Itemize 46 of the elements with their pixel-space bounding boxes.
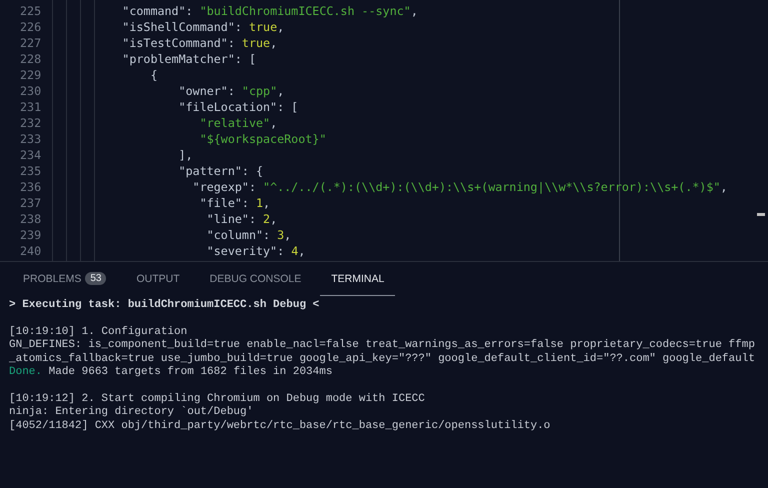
line-number: 239 <box>19 228 42 242</box>
line-number: 236 <box>19 180 42 194</box>
panel-tab[interactable]: DEBUG CONSOLE <box>198 262 312 296</box>
line-number: 228 <box>19 52 42 66</box>
terminal-line: ninja: Entering directory `out/Debug' <box>9 406 254 420</box>
line-number: 229 <box>19 68 42 82</box>
line-number: 231 <box>19 100 42 114</box>
line-number: 225 <box>19 4 42 18</box>
code-line: "pattern": { <box>178 164 264 178</box>
code-line: "isShellCommand": true, <box>121 20 284 34</box>
panel-tab[interactable]: PROBLEMS 53 <box>12 262 118 296</box>
code-line: "isTestCommand": true, <box>121 36 278 50</box>
line-number: 227 <box>19 36 42 50</box>
terminal-line: [10:19:10] 1. Configuration <box>9 326 188 339</box>
code-line: "command": "buildChromiumICECC.sh --sync", <box>121 4 418 18</box>
panel-tab[interactable]: TERMINAL <box>320 262 396 296</box>
code-line: "line": 2, <box>206 212 278 226</box>
terminal-line: [10:19:12] 2. Start compiling Chromium on Debug mode with ICECC <box>9 392 426 406</box>
line-number: 230 <box>19 84 42 98</box>
line-number: 238 <box>19 212 42 226</box>
panel-tab[interactable]: OUTPUT <box>125 262 191 296</box>
line-number: 240 <box>19 244 42 258</box>
code-line: "relative", <box>198 116 278 130</box>
terminal-line: GN_DEFINES: is_component_build=true enable_nacl=false treat_warnings_as_errors=false proprietary_codecs=true ffmp <box>9 339 756 352</box>
code-line: "owner": "cpp", <box>178 84 284 98</box>
terminal-line: _atomics_fallback=true use_jumbo_build=true google_api_key="???" google_default_client_id="??.com" google_default <box>9 352 756 366</box>
code-line: "column": 3, <box>206 228 292 242</box>
line-number: 235 <box>19 164 42 178</box>
count-badge: 53 <box>85 272 106 285</box>
code-line: "${workspaceRoot}" <box>198 132 326 146</box>
code-line: "problemMatcher": [ <box>121 52 256 66</box>
code-line: "regexp": "^../../(.*):(\\d+):(\\d+):\\s+(warning|\\w*\\s?error):\\s+(.*)$", <box>192 180 728 194</box>
line-number: 234 <box>19 148 42 162</box>
terminal-line: Done. Made 9663 targets from 1682 files in 2034ms <box>9 366 334 380</box>
terminal-line: > Executing task: buildChromiumICECC.sh Debug < <box>9 299 320 312</box>
scrollbar-marker <box>757 213 765 216</box>
line-number: 237 <box>19 196 42 210</box>
code-line: ], <box>178 148 193 162</box>
code-line: { <box>149 68 158 82</box>
code-line: "fileLocation": [ <box>178 100 298 114</box>
line-number: 226 <box>19 20 42 34</box>
code-line: "file": 1, <box>198 196 270 210</box>
terminal-line: [4052/11842] CXX obj/third_party/webrtc/rtc_base/rtc_base_generic/opensslutility.o <box>9 420 552 433</box>
line-number: 232 <box>19 116 42 130</box>
code-line: "severity": 4, <box>206 244 306 258</box>
line-number: 233 <box>19 132 42 146</box>
